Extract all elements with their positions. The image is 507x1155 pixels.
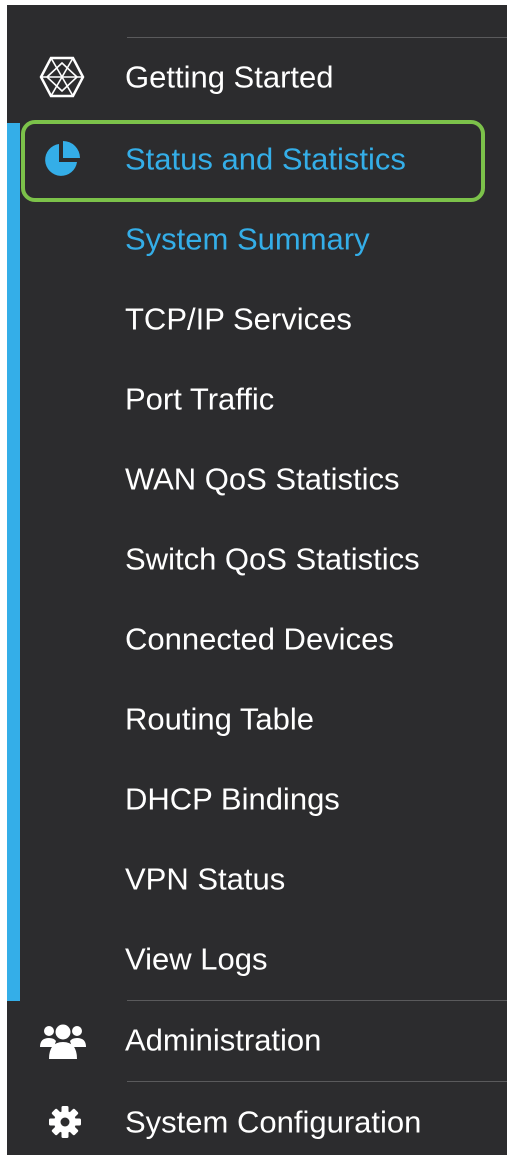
users-icon bbox=[40, 1024, 86, 1059]
nav-routing-table-label: Routing Table bbox=[125, 701, 315, 737]
nav-getting-started-label: Getting Started bbox=[125, 59, 334, 95]
getting-started-icon bbox=[39, 56, 85, 98]
nav-system-configuration-label: System Configuration bbox=[125, 1104, 422, 1140]
nav-connected-devices[interactable]: Connected Devices bbox=[7, 609, 507, 669]
gear-icon bbox=[49, 1106, 81, 1138]
nav-vpn-status-label: VPN Status bbox=[125, 861, 286, 897]
nav-wan-qos-statistics[interactable]: WAN QoS Statistics bbox=[7, 449, 507, 509]
divider-top bbox=[127, 37, 507, 38]
nav-switch-qos-statistics[interactable]: Switch QoS Statistics bbox=[7, 529, 507, 589]
selection-highlight-box bbox=[21, 120, 485, 202]
nav-getting-started[interactable]: Getting Started bbox=[7, 47, 507, 107]
nav-system-summary-label: System Summary bbox=[125, 221, 370, 257]
sidebar-nav: Getting Started Status and Statistics Sy… bbox=[7, 5, 507, 1155]
nav-wan-qos-statistics-label: WAN QoS Statistics bbox=[125, 461, 400, 497]
nav-administration[interactable]: Administration bbox=[7, 1010, 507, 1070]
nav-routing-table[interactable]: Routing Table bbox=[7, 689, 507, 749]
nav-dhcp-bindings-label: DHCP Bindings bbox=[125, 781, 340, 817]
nav-port-traffic-label: Port Traffic bbox=[125, 381, 275, 417]
nav-port-traffic[interactable]: Port Traffic bbox=[7, 369, 507, 429]
nav-view-logs-label: View Logs bbox=[125, 941, 268, 977]
nav-tcp-ip-services[interactable]: TCP/IP Services bbox=[7, 289, 507, 349]
nav-switch-qos-statistics-label: Switch QoS Statistics bbox=[125, 541, 420, 577]
divider-after-administration bbox=[127, 1081, 507, 1082]
nav-dhcp-bindings[interactable]: DHCP Bindings bbox=[7, 769, 507, 829]
nav-administration-label: Administration bbox=[125, 1022, 322, 1058]
nav-vpn-status[interactable]: VPN Status bbox=[7, 849, 507, 909]
nav-connected-devices-label: Connected Devices bbox=[125, 621, 394, 657]
divider-after-status bbox=[127, 1000, 507, 1001]
nav-tcp-ip-services-label: TCP/IP Services bbox=[125, 301, 352, 337]
nav-view-logs[interactable]: View Logs bbox=[7, 929, 507, 989]
nav-system-summary[interactable]: System Summary bbox=[7, 209, 507, 269]
nav-system-configuration[interactable]: System Configuration bbox=[7, 1092, 507, 1152]
